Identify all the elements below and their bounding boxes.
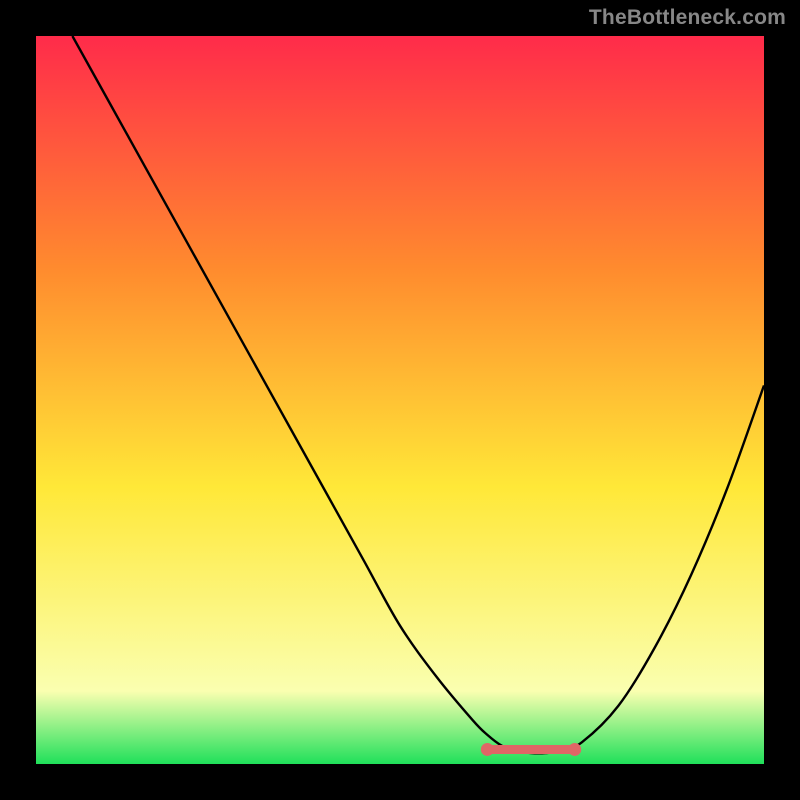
chart-frame: TheBottleneck.com	[0, 0, 800, 800]
bottleneck-curve	[36, 36, 764, 764]
plot-area	[36, 36, 764, 764]
curve-line	[72, 36, 764, 753]
watermark-text: TheBottleneck.com	[589, 6, 786, 30]
